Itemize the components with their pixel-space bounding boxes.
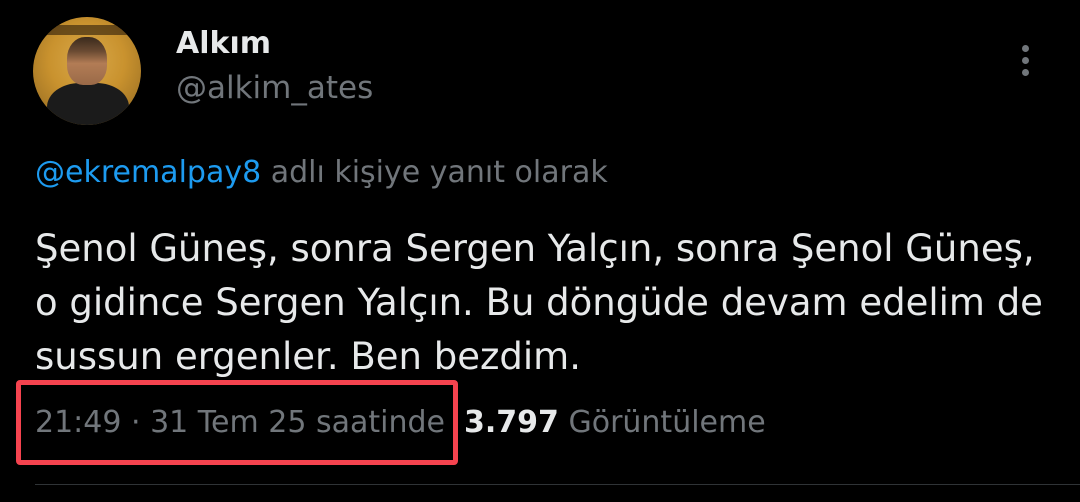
reply-mention-link[interactable]: @ekremalpay8 — [35, 155, 261, 190]
divider — [35, 484, 1080, 485]
views-count: 3.797 — [464, 405, 559, 440]
more-options-button[interactable] — [1010, 40, 1040, 80]
author-display-name[interactable]: Alkım — [176, 26, 271, 61]
views-label: Görüntüleme — [558, 405, 766, 440]
tweet-container: Alkım @alkim_ates @ekremalpay8 adlı kişi… — [0, 0, 1080, 502]
timestamp-highlight-box — [16, 380, 458, 465]
more-vertical-icon-dot — [1021, 68, 1029, 76]
avatar-body-shape — [47, 83, 129, 125]
reply-context: @ekremalpay8 adlı kişiye yanıt olarak — [35, 155, 608, 190]
more-vertical-icon — [1021, 44, 1029, 52]
avatar[interactable] — [33, 17, 141, 125]
tweet-text: Şenol Güneş, sonra Sergen Yalçın, sonra … — [35, 227, 1043, 378]
more-vertical-icon-dot — [1021, 56, 1029, 64]
avatar-background-detail — [33, 25, 141, 35]
avatar-head-shape — [67, 37, 107, 85]
author-handle[interactable]: @alkim_ates — [176, 70, 373, 106]
reply-context-label: adlı kişiye yanıt olarak — [261, 155, 608, 190]
